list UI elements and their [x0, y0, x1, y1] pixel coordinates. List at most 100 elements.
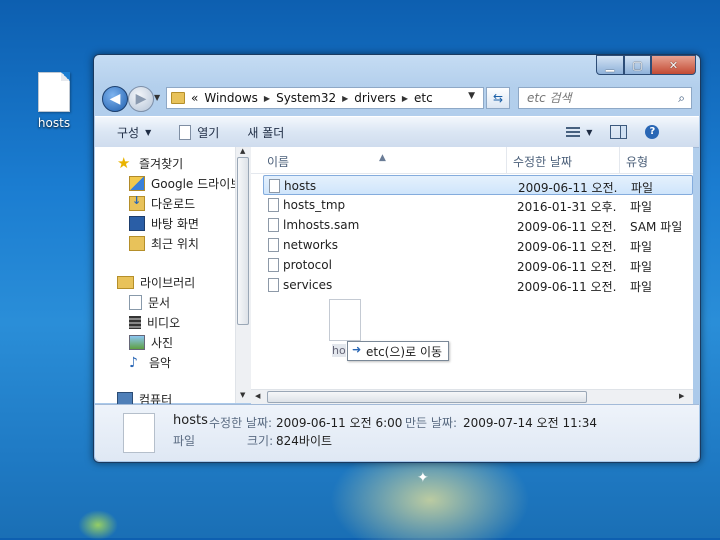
close-button[interactable]: ✕	[651, 55, 696, 75]
view-list-icon	[566, 126, 581, 138]
nav-item-recent[interactable]: 최근 위치	[129, 235, 199, 252]
preview-pane-button[interactable]	[610, 125, 628, 139]
breadcrumb-separator-icon[interactable]: ▶	[264, 94, 270, 103]
scroll-left-icon[interactable]: ◀	[255, 392, 260, 400]
recent-places-icon	[129, 236, 145, 251]
wallpaper-sparkle: ✦	[417, 470, 429, 486]
help-icon: ?	[645, 125, 660, 139]
nav-item-documents[interactable]: 문서	[129, 294, 170, 311]
star-icon: ★	[117, 154, 131, 172]
breadcrumb-system32[interactable]: System32 ▶	[276, 91, 348, 105]
search-box[interactable]: ⌕	[518, 87, 692, 109]
preview-pane-icon	[610, 125, 628, 139]
breadcrumb-drivers[interactable]: drivers ▶	[354, 91, 408, 105]
file-icon	[269, 179, 280, 193]
desktop-icon	[129, 216, 145, 231]
table-row[interactable]: hosts_tmp 2016-01-31 오후... 파일	[263, 195, 693, 215]
new-folder-button[interactable]: 새 폴더	[247, 124, 284, 141]
breadcrumb-windows[interactable]: Windows ▶	[204, 91, 270, 105]
search-input[interactable]	[525, 90, 669, 106]
maximize-button[interactable]: ▢	[624, 55, 651, 75]
file-list: ▲ 이름 수정한 날짜 유형 hosts 2009-06-11 오전... 파일…	[251, 147, 693, 403]
scroll-right-icon[interactable]: ▶	[679, 392, 684, 400]
address-dropdown-icon[interactable]: ▼	[468, 91, 475, 101]
column-divider[interactable]	[619, 147, 620, 173]
column-type[interactable]: 유형	[626, 153, 648, 170]
nav-item-music[interactable]: ♪ 음악	[129, 354, 171, 371]
back-button[interactable]: ◀	[102, 86, 128, 112]
scroll-up-icon[interactable]: ▲	[240, 147, 245, 155]
caption-buttons: ▁ ▢ ✕	[596, 55, 696, 75]
table-row[interactable]: protocol 2009-06-11 오전... 파일	[263, 255, 693, 275]
explorer-window: ▁ ▢ ✕ ◀ ▶ ▼ « Windows ▶ System32 ▶ drivers…	[93, 54, 701, 463]
help-button[interactable]: ?	[645, 125, 660, 139]
library-icon	[117, 276, 134, 289]
column-headers: ▲ 이름 수정한 날짜 유형	[251, 147, 693, 174]
column-divider[interactable]	[506, 147, 507, 173]
details-modified-label: 수정한 날짜:	[209, 416, 273, 430]
file-icon	[268, 238, 279, 252]
minimize-button[interactable]: ▁	[596, 55, 624, 75]
navpane-scrollbar[interactable]: ▲ ▼	[235, 147, 251, 403]
refresh-button[interactable]: ⇆	[486, 87, 510, 109]
chevron-down-icon: ▼	[586, 127, 593, 137]
pictures-icon	[129, 335, 145, 350]
details-created-label: 만든 날짜:	[405, 416, 458, 430]
details-file-name: hosts	[173, 413, 208, 428]
google-drive-icon	[129, 176, 145, 191]
details-pane: hosts 수정한 날짜: 2009-06-11 오전 6:00 만든 날짜: …	[95, 404, 699, 461]
arrow-right-icon: ▶	[135, 91, 147, 107]
history-dropdown[interactable]: ▼	[154, 93, 160, 102]
table-row[interactable]: hosts 2009-06-11 오전... 파일	[263, 175, 693, 195]
navigation-row: ◀ ▶ ▼ « Windows ▶ System32 ▶ drivers ▶ etc …	[100, 85, 694, 112]
breadcrumb-separator-icon[interactable]: ▶	[402, 94, 408, 103]
desktop-icon-hosts[interactable]: hosts	[34, 72, 74, 130]
open-button[interactable]: 열기	[179, 124, 219, 141]
move-arrow-icon: ➜	[352, 343, 362, 356]
file-icon	[268, 218, 279, 232]
nav-item-pictures[interactable]: 사진	[129, 334, 173, 351]
details-size-label: 크기:	[247, 434, 274, 448]
breadcrumb-separator-icon[interactable]: ▶	[342, 94, 348, 103]
organize-button[interactable]: 구성 ▼	[117, 124, 151, 141]
filelist-horizontal-scrollbar[interactable]: ◀ ▶	[251, 389, 693, 405]
command-bar: 구성 ▼ 열기 새 폴더 ▼ ?	[95, 116, 699, 148]
open-file-icon	[179, 124, 192, 140]
scrollbar-thumb[interactable]	[237, 157, 249, 325]
breadcrumb-etc[interactable]: etc	[414, 91, 433, 105]
scroll-down-icon[interactable]: ▼	[240, 391, 245, 399]
drag-tooltip: ➜ etc(으)로 이동	[347, 341, 450, 361]
navigation-pane: ★즐겨찾기 Google 드라이브 다운로드 바탕 화면 최근 위치 라이브러리…	[95, 147, 251, 407]
column-modified[interactable]: 수정한 날짜	[513, 153, 572, 170]
view-options-button[interactable]: ▼	[566, 126, 593, 138]
nav-favorites[interactable]: ★ 즐겨찾기	[117, 154, 183, 172]
documents-icon	[129, 295, 142, 310]
file-icon	[123, 413, 155, 453]
address-bar[interactable]: « Windows ▶ System32 ▶ drivers ▶ etc ▼	[166, 87, 484, 109]
scrollbar-thumb[interactable]	[267, 391, 587, 403]
details-modified-value: 2009-06-11 오전 6:00	[276, 416, 403, 430]
table-row[interactable]: services 2009-06-11 오전... 파일	[263, 275, 693, 295]
nav-item-desktop[interactable]: 바탕 화면	[129, 215, 199, 232]
music-icon: ♪	[129, 354, 138, 371]
nav-item-downloads[interactable]: 다운로드	[129, 194, 195, 212]
table-row[interactable]: lmhosts.sam 2009-06-11 오전... SAM 파일	[263, 215, 693, 235]
nav-item-google-drive[interactable]: Google 드라이브	[129, 175, 241, 192]
table-row[interactable]: networks 2009-06-11 오전... 파일	[263, 235, 693, 255]
file-icon	[268, 198, 279, 212]
details-size-value: 824바이트	[276, 434, 333, 448]
details-created-value: 2009-07-14 오전 11:34	[463, 416, 598, 430]
nav-libraries[interactable]: 라이브러리	[117, 274, 195, 291]
folder-icon	[171, 92, 185, 104]
breadcrumb-overflow[interactable]: «	[191, 91, 198, 105]
drag-ghost-label: ho	[332, 344, 346, 357]
video-icon	[129, 316, 141, 329]
desktop-icon-label: hosts	[37, 116, 71, 130]
column-name[interactable]: 이름	[267, 153, 289, 170]
downloads-icon	[129, 194, 145, 211]
forward-button[interactable]: ▶	[128, 86, 154, 112]
nav-item-videos[interactable]: 비디오	[129, 314, 180, 331]
chevron-down-icon: ▼	[145, 127, 152, 137]
refresh-icon: ⇆	[492, 91, 504, 105]
search-icon[interactable]: ⌕	[678, 91, 685, 106]
